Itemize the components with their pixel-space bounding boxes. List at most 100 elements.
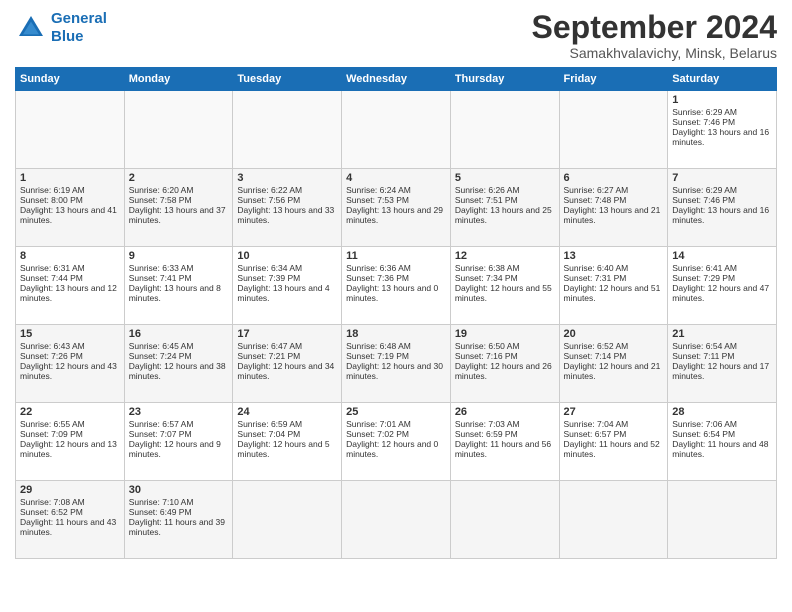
sunrise: Sunrise: 6:45 AM [129,341,194,351]
sunrise: Sunrise: 6:27 AM [564,185,629,195]
header-friday: Friday [559,68,668,91]
day-number: 21 [672,328,772,340]
calendar-cell: 15 Sunrise: 6:43 AM Sunset: 7:26 PM Dayl… [16,325,125,403]
calendar-cell [668,481,777,559]
calendar-cell: 14 Sunrise: 6:41 AM Sunset: 7:29 PM Dayl… [668,247,777,325]
day-number: 28 [672,406,772,418]
calendar-cell: 1 Sunrise: 6:29 AM Sunset: 7:46 PM Dayli… [668,91,777,169]
day-number: 27 [564,406,664,418]
day-number: 1 [20,172,120,184]
calendar-cell: 28 Sunrise: 7:06 AM Sunset: 6:54 PM Dayl… [668,403,777,481]
sunset: Sunset: 7:26 PM [20,351,83,361]
sunrise: Sunrise: 6:29 AM [672,107,737,117]
day-number: 14 [672,250,772,262]
header-tuesday: Tuesday [233,68,342,91]
calendar-cell: 2 Sunrise: 6:20 AM Sunset: 7:58 PM Dayli… [124,169,233,247]
calendar-cell: 7 Sunrise: 6:29 AM Sunset: 7:46 PM Dayli… [668,169,777,247]
month-title: September 2024 [532,10,777,45]
day-number: 23 [129,406,229,418]
calendar-cell: 26 Sunrise: 7:03 AM Sunset: 6:59 PM Dayl… [450,403,559,481]
calendar-week-3: 15 Sunrise: 6:43 AM Sunset: 7:26 PM Dayl… [16,325,777,403]
sunrise: Sunrise: 6:38 AM [455,263,520,273]
daylight: Daylight: 13 hours and 0 minutes. [346,283,438,303]
day-number: 3 [237,172,337,184]
sunset: Sunset: 7:21 PM [237,351,300,361]
sunset: Sunset: 7:36 PM [346,273,409,283]
daylight: Daylight: 13 hours and 16 minutes. [672,205,769,225]
calendar-cell [559,481,668,559]
daylight: Daylight: 12 hours and 34 minutes. [237,361,334,381]
header-wednesday: Wednesday [342,68,451,91]
day-number: 22 [20,406,120,418]
calendar-cell [342,481,451,559]
day-number: 19 [455,328,555,340]
sunrise: Sunrise: 7:04 AM [564,419,629,429]
header: General Blue September 2024 Samakhvalavi… [15,10,777,61]
calendar-cell: 5 Sunrise: 6:26 AM Sunset: 7:51 PM Dayli… [450,169,559,247]
calendar-table: SundayMondayTuesdayWednesdayThursdayFrid… [15,67,777,559]
day-number: 1 [672,94,772,106]
calendar-cell: 11 Sunrise: 6:36 AM Sunset: 7:36 PM Dayl… [342,247,451,325]
sunset: Sunset: 7:48 PM [564,195,627,205]
sunset: Sunset: 7:39 PM [237,273,300,283]
sunset: Sunset: 7:53 PM [346,195,409,205]
sunrise: Sunrise: 6:52 AM [564,341,629,351]
sunrise: Sunrise: 7:03 AM [455,419,520,429]
daylight: Daylight: 12 hours and 55 minutes. [455,283,552,303]
daylight: Daylight: 12 hours and 13 minutes. [20,439,117,459]
calendar-cell: 12 Sunrise: 6:38 AM Sunset: 7:34 PM Dayl… [450,247,559,325]
sunrise: Sunrise: 6:59 AM [237,419,302,429]
logo: General Blue [15,10,107,46]
sunset: Sunset: 7:07 PM [129,429,192,439]
logo-text: General Blue [51,10,107,46]
title-block: September 2024 Samakhvalavichy, Minsk, B… [532,10,777,61]
calendar-cell: 21 Sunrise: 6:54 AM Sunset: 7:11 PM Dayl… [668,325,777,403]
calendar-cell: 17 Sunrise: 6:47 AM Sunset: 7:21 PM Dayl… [233,325,342,403]
calendar-cell: 8 Sunrise: 6:31 AM Sunset: 7:44 PM Dayli… [16,247,125,325]
sunrise: Sunrise: 6:36 AM [346,263,411,273]
calendar-cell: 18 Sunrise: 6:48 AM Sunset: 7:19 PM Dayl… [342,325,451,403]
day-number: 25 [346,406,446,418]
day-number: 2 [129,172,229,184]
daylight: Daylight: 11 hours and 52 minutes. [564,439,660,459]
daylight: Daylight: 11 hours and 48 minutes. [672,439,768,459]
daylight: Daylight: 11 hours and 56 minutes. [455,439,551,459]
calendar-week-5: 29 Sunrise: 7:08 AM Sunset: 6:52 PM Dayl… [16,481,777,559]
calendar-cell: 27 Sunrise: 7:04 AM Sunset: 6:57 PM Dayl… [559,403,668,481]
sunset: Sunset: 7:04 PM [237,429,300,439]
sunrise: Sunrise: 6:29 AM [672,185,737,195]
daylight: Daylight: 13 hours and 12 minutes. [20,283,117,303]
calendar-cell: 3 Sunrise: 6:22 AM Sunset: 7:56 PM Dayli… [233,169,342,247]
logo-line1: General [51,10,107,27]
sunrise: Sunrise: 7:01 AM [346,419,411,429]
sunrise: Sunrise: 6:50 AM [455,341,520,351]
sunset: Sunset: 6:49 PM [129,507,192,517]
calendar-cell: 20 Sunrise: 6:52 AM Sunset: 7:14 PM Dayl… [559,325,668,403]
daylight: Daylight: 13 hours and 33 minutes. [237,205,334,225]
calendar-cell [233,91,342,169]
day-number: 9 [129,250,229,262]
calendar-cell: 16 Sunrise: 6:45 AM Sunset: 7:24 PM Dayl… [124,325,233,403]
day-number: 13 [564,250,664,262]
sunset: Sunset: 7:24 PM [129,351,192,361]
daylight: Daylight: 12 hours and 47 minutes. [672,283,769,303]
sunset: Sunset: 7:19 PM [346,351,409,361]
sunset: Sunset: 7:51 PM [455,195,518,205]
sunset: Sunset: 7:56 PM [237,195,300,205]
sunset: Sunset: 6:54 PM [672,429,735,439]
sunrise: Sunrise: 6:22 AM [237,185,302,195]
sunset: Sunset: 6:52 PM [20,507,83,517]
calendar-cell [16,91,125,169]
daylight: Daylight: 12 hours and 51 minutes. [564,283,661,303]
calendar-week-4: 22 Sunrise: 6:55 AM Sunset: 7:09 PM Dayl… [16,403,777,481]
daylight: Daylight: 11 hours and 39 minutes. [129,517,225,537]
daylight: Daylight: 12 hours and 0 minutes. [346,439,438,459]
day-number: 10 [237,250,337,262]
logo-line2: Blue [51,28,84,45]
daylight: Daylight: 12 hours and 30 minutes. [346,361,443,381]
logo-icon [15,12,47,44]
header-monday: Monday [124,68,233,91]
calendar-cell: 1 Sunrise: 6:19 AM Sunset: 8:00 PM Dayli… [16,169,125,247]
sunrise: Sunrise: 6:24 AM [346,185,411,195]
day-number: 7 [672,172,772,184]
